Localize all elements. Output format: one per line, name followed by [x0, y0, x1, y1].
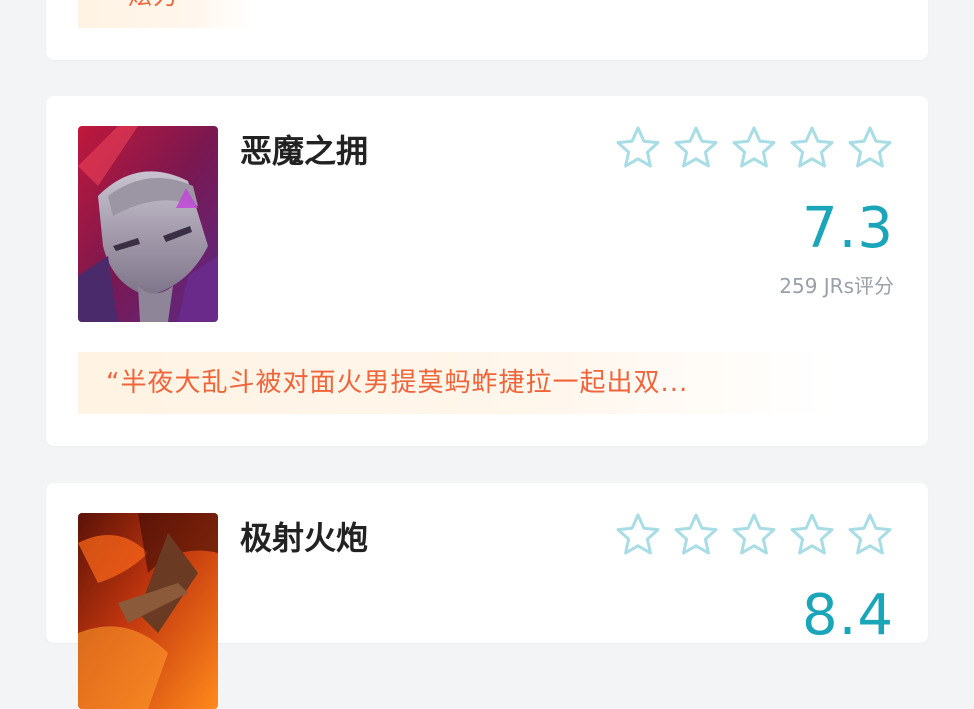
average-score: 8.4 — [801, 583, 894, 648]
star-outline-icon[interactable] — [788, 124, 836, 172]
rune-image — [78, 126, 218, 322]
star-rating[interactable] — [614, 124, 894, 172]
star-outline-icon[interactable] — [614, 124, 662, 172]
rune-image — [78, 513, 218, 709]
star-outline-icon[interactable] — [730, 511, 778, 559]
star-outline-icon[interactable] — [672, 511, 720, 559]
rune-card[interactable]: 恶魔之拥 7.3 259 JRs评分 “半夜大乱斗被对面火男提莫蚂蚱捷拉一起出双… — [46, 96, 928, 446]
rating-count: 259 JRs评分 — [779, 274, 894, 298]
star-outline-icon[interactable] — [730, 124, 778, 172]
rune-card[interactable]: 极射火炮 8.4 — [46, 483, 928, 709]
rune-title: 极射火炮 — [240, 519, 369, 557]
rune-title: 恶魔之拥 — [240, 132, 369, 170]
star-outline-icon[interactable] — [614, 511, 662, 559]
average-score: 7.3 — [801, 196, 894, 261]
star-outline-icon[interactable] — [846, 511, 894, 559]
star-outline-icon[interactable] — [672, 124, 720, 172]
comment-quote[interactable]: “半夜大乱斗被对面火男提莫蚂蚱捷拉一起出双... — [78, 352, 826, 414]
star-outline-icon[interactable] — [788, 511, 836, 559]
star-outline-icon[interactable] — [846, 124, 894, 172]
star-rating[interactable] — [614, 511, 894, 559]
comment-text: 炫力 — [128, 0, 178, 8]
rune-card[interactable]: 炫力 — [46, 0, 928, 60]
comment-quote[interactable]: 炫力 — [78, 0, 256, 28]
comment-text: “半夜大乱斗被对面火男提莫蚂蚱捷拉一起出双... — [106, 368, 689, 398]
